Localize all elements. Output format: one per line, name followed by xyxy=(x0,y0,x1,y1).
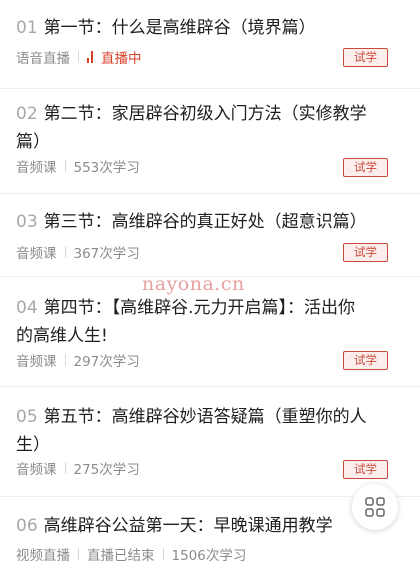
divider xyxy=(64,354,66,366)
divider xyxy=(64,462,66,474)
divider xyxy=(64,246,66,258)
lesson-title[interactable]: 04 第四节：【高维辟谷.元力开启篇】：活出你的高维人生! xyxy=(16,294,372,350)
study-count: 367次学习 xyxy=(73,246,140,262)
trial-button[interactable]: 试学 xyxy=(343,460,388,479)
study-count: 553次学习 xyxy=(73,160,140,176)
study-count: 1506次学习 xyxy=(171,548,247,564)
divider xyxy=(64,160,66,172)
trial-button[interactable]: 试学 xyxy=(343,48,388,67)
lesson-number: 05 xyxy=(16,407,38,427)
live-bars-icon xyxy=(87,51,97,63)
divider xyxy=(162,548,164,560)
study-count: 297次学习 xyxy=(73,354,140,370)
lesson-number: 04 xyxy=(16,298,38,318)
grid-menu-button[interactable] xyxy=(352,484,398,530)
lesson-number: 02 xyxy=(16,104,38,124)
grid-menu-icon xyxy=(365,497,385,517)
trial-button[interactable]: 试学 xyxy=(343,158,388,177)
lesson-title-text: 第四节：【高维辟谷.元力开启篇】：活出你的高维人生! xyxy=(16,298,356,346)
lesson-type: 音频课 xyxy=(16,246,57,262)
lesson-title-text: 第一节：什么是高维辟谷（境界篇） xyxy=(43,18,316,38)
lesson-item-03[interactable]: 03 第三节：高维辟谷的真正好处（超意识篇） 音频课 367次学习 试学 xyxy=(0,193,420,277)
divider xyxy=(78,51,79,63)
lesson-title[interactable]: 06 高维辟谷公益第一天：早晚课通用教学 xyxy=(16,512,372,540)
lesson-meta: 音频课 297次学习 xyxy=(16,350,140,370)
lesson-number: 03 xyxy=(16,212,38,232)
lesson-title-text: 高维辟谷公益第一天：早晚课通用教学 xyxy=(43,516,333,536)
study-count: 275次学习 xyxy=(73,462,140,478)
lesson-item-01[interactable]: 01 第一节：什么是高维辟谷（境界篇） 语音直播 直播中 试学 xyxy=(0,0,420,89)
lesson-item-05[interactable]: 05 第五节：高维辟谷妙语答疑篇（重塑你的人生） 音频课 275次学习 试学 xyxy=(0,386,420,497)
lesson-number: 06 xyxy=(16,516,38,536)
lesson-type: 音频课 xyxy=(16,160,57,176)
lesson-number: 01 xyxy=(16,18,38,38)
lesson-title[interactable]: 01 第一节：什么是高维辟谷（境界篇） xyxy=(16,14,372,42)
lesson-type: 音频课 xyxy=(16,462,57,478)
lesson-title-text: 第二节：家居辟谷初级入门方法（实修教学篇） xyxy=(16,104,367,152)
live-status-text: 直播已结束 xyxy=(87,548,155,564)
watermark: nayona.cn xyxy=(142,273,245,295)
lesson-meta: 视频直播 直播已结束 1506次学习 xyxy=(16,544,246,564)
live-status: 直播中 xyxy=(87,47,142,67)
live-status-text: 直播中 xyxy=(101,51,142,67)
lesson-title[interactable]: 02 第二节：家居辟谷初级入门方法（实修教学篇） xyxy=(16,100,372,156)
lesson-title-text: 第三节：高维辟谷的真正好处（超意识篇） xyxy=(43,212,367,232)
lesson-title[interactable]: 05 第五节：高维辟谷妙语答疑篇（重塑你的人生） xyxy=(16,403,372,459)
lesson-type: 音频课 xyxy=(16,354,57,370)
lesson-type: 视频直播 xyxy=(16,548,70,564)
lesson-meta: 音频课 367次学习 xyxy=(16,242,140,262)
lesson-meta: 音频课 553次学习 xyxy=(16,156,140,176)
lesson-type: 语音直播 xyxy=(16,51,70,67)
trial-button[interactable]: 试学 xyxy=(343,243,388,262)
divider xyxy=(78,548,79,560)
lesson-item-02[interactable]: 02 第二节：家居辟谷初级入门方法（实修教学篇） 音频课 553次学习 试学 xyxy=(0,88,420,194)
lesson-title[interactable]: 03 第三节：高维辟谷的真正好处（超意识篇） xyxy=(16,208,372,236)
lesson-title-text: 第五节：高维辟谷妙语答疑篇（重塑你的人生） xyxy=(16,407,367,455)
lesson-meta: 语音直播 直播中 xyxy=(16,47,142,67)
trial-button[interactable]: 试学 xyxy=(343,351,388,370)
lesson-meta: 音频课 275次学习 xyxy=(16,458,140,478)
